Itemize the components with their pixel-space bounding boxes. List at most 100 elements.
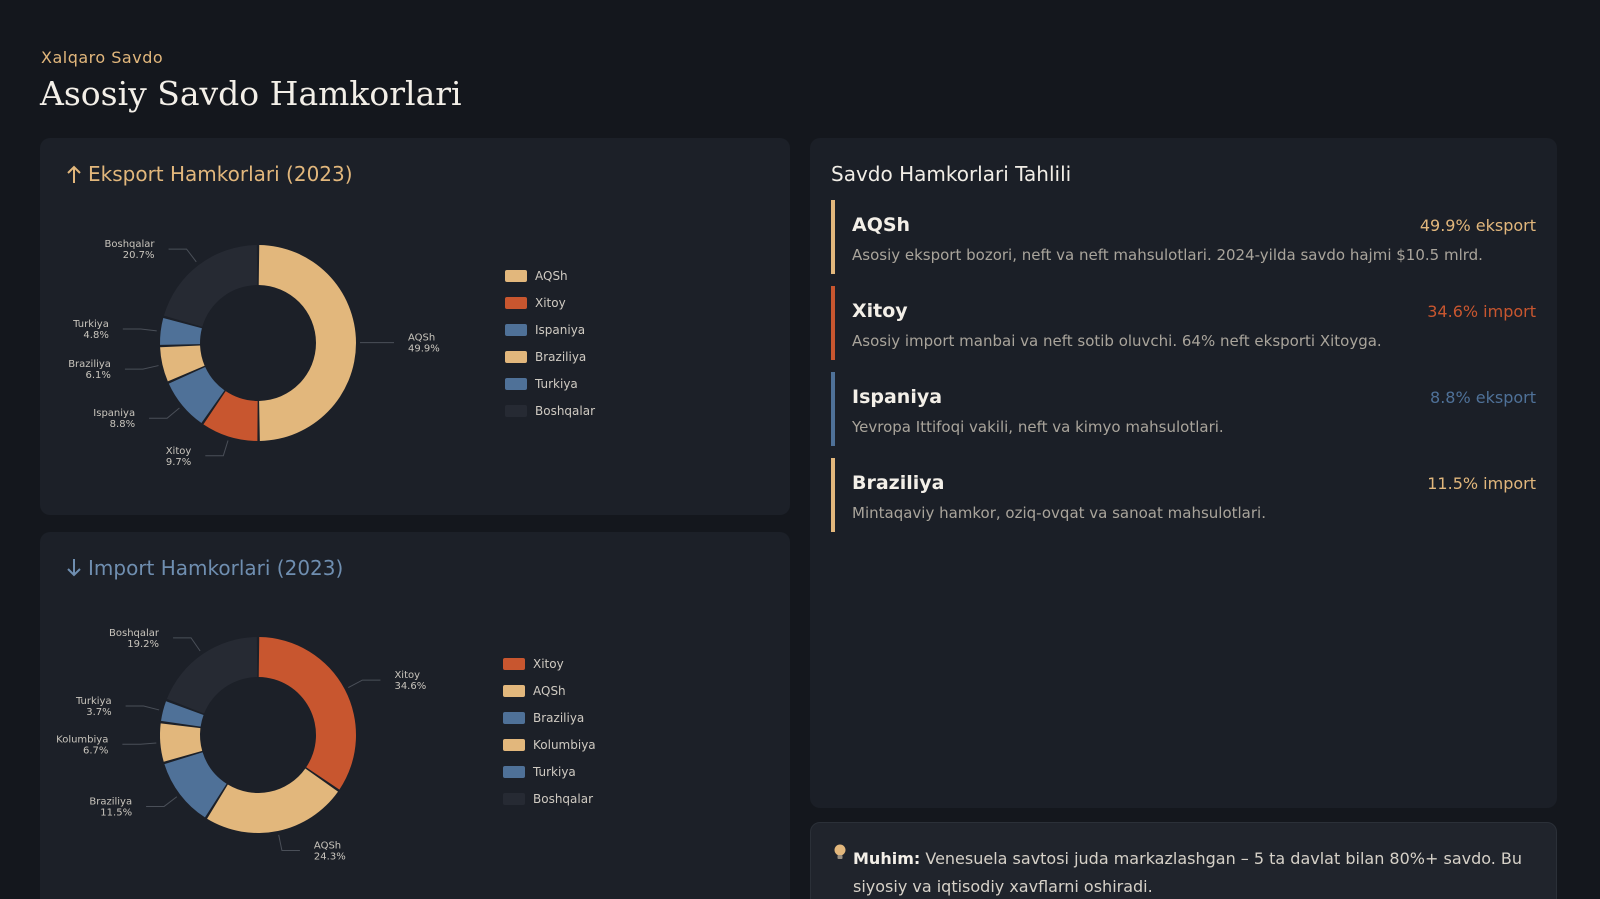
export-chart-card: Eksport Hamkorlari (2023) AQSh 49.9% Xitoy…	[40, 138, 790, 515]
legend-swatch	[503, 657, 525, 670]
legend-label: Turkiya	[533, 764, 576, 779]
donut-slice-aqsh	[258, 245, 357, 441]
legend-label: Ispaniya	[535, 322, 586, 337]
slice-label-name: AQSh	[314, 841, 341, 852]
donut-slice-boshqalar	[166, 637, 258, 714]
export-legend: AQSh Xitoy Ispaniya Braziliya Turkiya Boshqal…	[505, 262, 595, 424]
partner-share: 34.6% import	[1427, 302, 1536, 321]
legend-label: AQSh	[533, 683, 566, 698]
partner-name: AQSh	[852, 214, 911, 236]
slice-label-value: 19.2%	[127, 639, 159, 650]
donut-slice-aqsh	[207, 768, 339, 833]
slice-label-name: Braziliya	[89, 796, 132, 807]
leader-line	[124, 365, 159, 370]
legend-label: Turkiya	[535, 376, 578, 391]
leader-line	[205, 440, 229, 457]
partner-item-braziliya: Braziliya 11.5% import Mintaqaviy hamkor…	[831, 458, 1536, 532]
legend-item-kolumbiya[interactable]: Kolumbiya	[503, 731, 596, 758]
slice-label-name: Xitoy	[166, 446, 192, 457]
leader-line	[168, 248, 197, 263]
partner-share: 8.8% eksport	[1430, 388, 1536, 407]
legend-swatch	[505, 404, 527, 417]
import-donut-chart: Xitoy34.6% AQSh24.3% Braziliya11.5% Kolumbi…	[56, 628, 426, 863]
slice-label-name: Turkiya	[75, 696, 112, 707]
legend-item-ispaniya[interactable]: Ispaniya	[505, 316, 595, 343]
partner-item-xitoy: Xitoy 34.6% import Asosiy import manbai …	[831, 286, 1536, 360]
import-chart-card: Import Hamkorlari (2023) Xitoy 34.6% AQSh 2…	[40, 532, 790, 899]
legend-item-xitoy[interactable]: Xitoy	[505, 289, 595, 316]
leader-line	[122, 742, 157, 745]
leader-line	[173, 637, 201, 652]
note-text: Muhim: Venesuela savtosi juda markazlash…	[853, 845, 1543, 899]
slice-label-name: Kolumbiya	[56, 734, 108, 745]
donut-slice-xitoy	[258, 637, 356, 790]
legend-label: Kolumbiya	[533, 737, 596, 752]
legend-item-xitoy[interactable]: Xitoy	[503, 650, 596, 677]
analysis-card: Savdo Hamkorlari Tahlili AQSh 49.9% eksp…	[810, 138, 1557, 808]
leader-line	[146, 796, 178, 807]
slice-label-value: 34.6%	[394, 681, 426, 692]
legend-swatch	[505, 269, 527, 282]
legend-label: Braziliya	[535, 349, 587, 364]
leader-line	[125, 705, 160, 711]
page-title: Asosiy Savdo Hamkorlari	[40, 74, 462, 113]
import-legend: Xitoy AQSh Braziliya Kolumbiya Turkiya Boshqa…	[503, 650, 596, 812]
legend-swatch	[503, 765, 525, 778]
legend-swatch	[505, 323, 527, 336]
legend-item-aqsh[interactable]: AQSh	[503, 677, 596, 704]
partner-name: Braziliya	[852, 472, 945, 494]
legend-swatch	[505, 296, 527, 309]
legend-swatch	[503, 738, 525, 751]
partner-description: Yevropa Ittifoqi vakili, neft va kimyo m…	[852, 418, 1224, 436]
legend-item-turkiya[interactable]: Turkiya	[505, 370, 595, 397]
leader-line	[278, 834, 300, 852]
note-label: Muhim:	[853, 849, 921, 868]
donut-slice-boshqalar	[163, 245, 258, 327]
slice-label-name: Xitoy	[394, 670, 420, 681]
slice-label-name: Ispaniya	[93, 408, 135, 419]
slice-label-value: 6.1%	[86, 370, 111, 381]
slice-label-value: 8.8%	[110, 419, 135, 430]
note-body: Venesuela savtosi juda markazlashgan – 5…	[853, 849, 1523, 896]
partner-description: Asosiy import manbai va neft sotib oluvc…	[852, 332, 1382, 350]
leader-line	[348, 679, 381, 688]
note-card: Muhim: Venesuela savtosi juda markazlash…	[810, 822, 1557, 899]
leader-line	[122, 328, 157, 332]
legend-label: Xitoy	[535, 295, 566, 310]
slice-label-value: 49.9%	[408, 344, 440, 355]
legend-swatch	[503, 684, 525, 697]
legend-label: Boshqalar	[535, 403, 596, 418]
slice-label-value: 24.3%	[314, 852, 346, 863]
legend-label: Xitoy	[533, 656, 564, 671]
legend-label: Boshqalar	[533, 791, 594, 806]
legend-item-braziliya[interactable]: Braziliya	[503, 704, 596, 731]
legend-item-turkiya[interactable]: Turkiya	[503, 758, 596, 785]
legend-item-boshqalar[interactable]: Boshqalar	[503, 785, 596, 812]
slice-label-name: AQSh	[408, 333, 435, 344]
slice-label-value: 4.8%	[83, 330, 108, 341]
legend-swatch	[503, 711, 525, 724]
slice-label-value: 3.7%	[86, 707, 111, 718]
partner-item-ispaniya: Ispaniya 8.8% eksport Yevropa Ittifoqi v…	[831, 372, 1536, 446]
partner-name: Xitoy	[852, 300, 908, 322]
partner-name: Ispaniya	[852, 386, 943, 408]
legend-label: AQSh	[535, 268, 568, 283]
slice-label-name: Boshqalar	[109, 628, 160, 639]
partner-share: 49.9% eksport	[1419, 216, 1536, 235]
lightbulb-icon	[834, 844, 846, 859]
slice-label-value: 9.7%	[166, 457, 191, 468]
legend-item-braziliya[interactable]: Braziliya	[505, 343, 595, 370]
legend-swatch	[505, 377, 527, 390]
legend-swatch	[503, 792, 525, 805]
export-donut-chart: AQSh49.9% Xitoy9.7% Ispaniya8.8% Braziliya6…	[68, 239, 440, 468]
slice-label-value: 11.5%	[100, 807, 132, 818]
analysis-title: Savdo Hamkorlari Tahlili	[831, 162, 1072, 186]
partner-item-aqsh: AQSh 49.9% eksport Asosiy eksport bozori…	[831, 200, 1536, 274]
legend-swatch	[505, 350, 527, 363]
slice-label-value: 20.7%	[123, 250, 155, 261]
legend-item-aqsh[interactable]: AQSh	[505, 262, 595, 289]
slice-label-name: Boshqalar	[105, 239, 156, 250]
slice-label-value: 6.7%	[83, 745, 108, 756]
slice-label-name: Turkiya	[72, 319, 109, 330]
legend-item-boshqalar[interactable]: Boshqalar	[505, 397, 595, 424]
